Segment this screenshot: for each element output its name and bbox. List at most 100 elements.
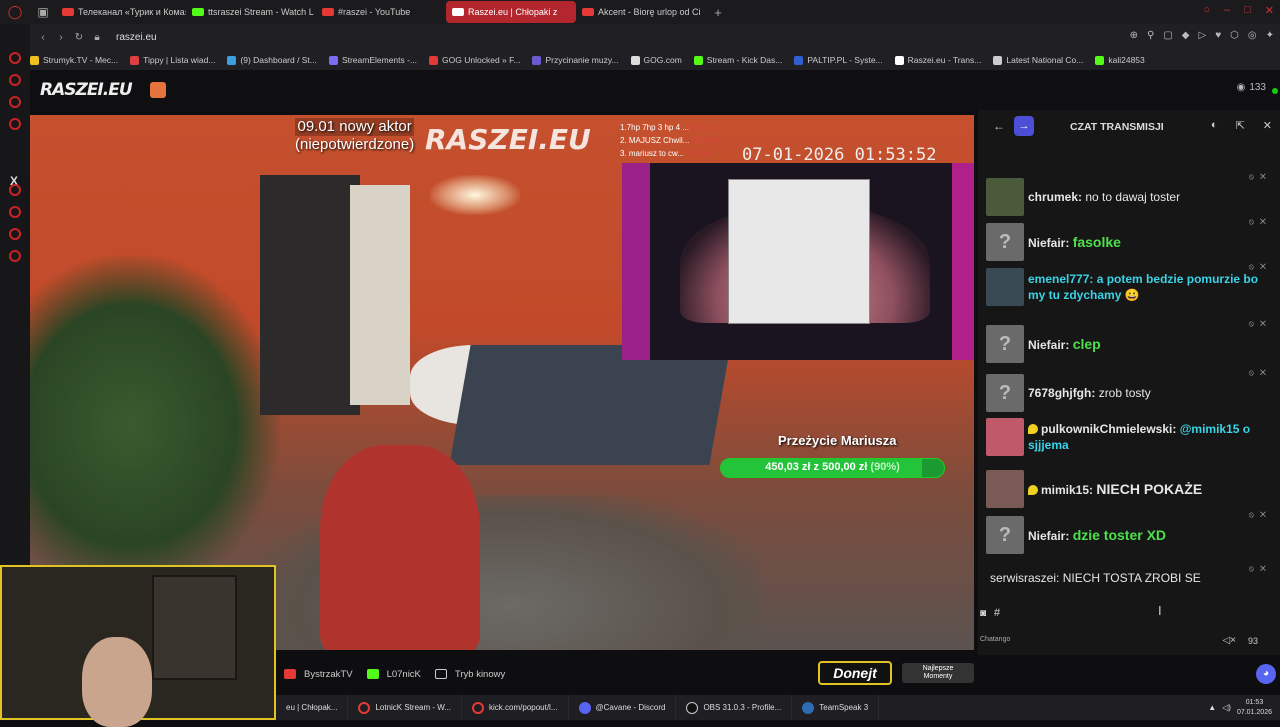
- music-icon[interactable]: [9, 184, 21, 196]
- avatar-placeholder-icon: ?: [986, 223, 1024, 261]
- chatango-label[interactable]: Chatango: [980, 636, 1010, 643]
- moderation-icons[interactable]: ⦸✕: [1249, 262, 1272, 272]
- bookmark[interactable]: StreamElements -...: [328, 55, 417, 65]
- moderation-icons[interactable]: ⦸✕: [1249, 564, 1272, 574]
- close-icon[interactable]: ✕: [1263, 119, 1272, 132]
- url-field[interactable]: raszei.eu: [116, 32, 157, 43]
- cinema-mode-button[interactable]: Tryb kinowy: [434, 669, 505, 680]
- taskbar-item[interactable]: @Cavane - Discord: [569, 695, 677, 720]
- taskbar-item[interactable]: TeamSpeak 3: [792, 695, 880, 720]
- patronite-icon[interactable]: [150, 82, 166, 98]
- ai-icon[interactable]: ✦: [1266, 30, 1274, 41]
- bookmark[interactable]: GOG.com: [630, 55, 682, 65]
- chat-message[interactable]: ? Niefair: fasolke ⦸✕: [986, 217, 1272, 261]
- chat-message[interactable]: serwisraszei: NIECH TOSTA ZROBI SE ⦸✕: [986, 564, 1272, 586]
- bookmark[interactable]: Strumyk.TV - Mec...: [30, 55, 118, 65]
- channel-link[interactable]: L07nicK: [366, 669, 421, 680]
- settings-icon[interactable]: [9, 250, 21, 262]
- taskbar-item[interactable]: kick.com/popout/l...: [462, 695, 569, 720]
- minimize-icon[interactable]: –: [1224, 4, 1230, 17]
- pin-icon[interactable]: ⚲: [1147, 30, 1154, 41]
- discord-icon[interactable]: ◐: [1211, 119, 1218, 132]
- site-logo[interactable]: RASZEI.EU: [40, 80, 133, 100]
- back-icon[interactable]: ‹: [34, 32, 52, 43]
- messenger-icon[interactable]: [9, 52, 21, 64]
- snapshot-icon[interactable]: ▢: [1163, 30, 1172, 41]
- history-icon[interactable]: [9, 206, 21, 218]
- bookmark[interactable]: PALTIP.PL - Syste...: [794, 55, 883, 65]
- chat-message[interactable]: ? Niefair: dzie toster XD ⦸✕: [986, 510, 1272, 554]
- donor-1: 1.7hp 7hp 3 hp 4 ...: [620, 123, 689, 132]
- bookmark[interactable]: (9) Dashboard / St...: [227, 55, 317, 65]
- bookmark[interactable]: GOG Unlocked » F...: [429, 55, 520, 65]
- shield-icon[interactable]: ◆: [1182, 30, 1190, 41]
- browser-tab[interactable]: Akcent - Biorę urlop od Ci: [576, 1, 706, 23]
- bookmark[interactable]: Raszei.eu - Trans...: [894, 55, 981, 65]
- instagram-icon[interactable]: [9, 118, 21, 130]
- maximize-icon[interactable]: □: [1244, 4, 1251, 17]
- bookmarks-icon[interactable]: [9, 228, 21, 240]
- message-text: zrob tosty: [1098, 386, 1151, 400]
- bookmark[interactable]: kali24853: [1095, 55, 1145, 65]
- best-moments-button[interactable]: Najlepsze Momenty: [902, 663, 974, 683]
- mute-icon[interactable]: ◁×: [1222, 635, 1236, 646]
- opera-icon[interactable]: ◯: [0, 4, 30, 20]
- arrow-right-icon[interactable]: →: [1014, 116, 1034, 136]
- moderation-icons[interactable]: ⦸✕: [1249, 368, 1272, 378]
- browser-tab[interactable]: ttsraszei Stream - Watch L: [186, 1, 316, 23]
- site-header: RASZEI.EU ◉ 133: [30, 70, 1280, 110]
- reload-icon[interactable]: ↻: [70, 32, 88, 43]
- search-tabs-icon[interactable]: ○: [1203, 4, 1210, 17]
- zoom-icon[interactable]: ⊕: [1130, 30, 1138, 41]
- bookmark[interactable]: Tippy | Lista wiad...: [130, 55, 215, 65]
- extensions-icon[interactable]: ⬡: [1230, 30, 1239, 41]
- moderation-icons[interactable]: ⦸✕: [1249, 510, 1272, 520]
- message-text: clep: [1072, 335, 1101, 352]
- chat-message[interactable]: pulkownikChmielewski: @mimik15 o sjjjema: [986, 418, 1272, 456]
- message-text: dzie toster XD: [1072, 526, 1167, 543]
- bookmark[interactable]: Przycinanie muzy...: [532, 55, 619, 65]
- moderation-icons[interactable]: ⦸✕: [1249, 172, 1272, 182]
- donor-3-value: 3.00 zł: [686, 149, 710, 158]
- bookmark[interactable]: Stream - Kick Das...: [693, 55, 782, 65]
- tab-overview-icon[interactable]: ▣: [30, 5, 56, 19]
- close-icon[interactable]: ✕: [1265, 4, 1274, 17]
- channel-link[interactable]: BystrzakTV: [284, 669, 353, 680]
- account-icon[interactable]: ◎: [1248, 30, 1257, 41]
- chat-message[interactable]: ? Niefair: clep ⦸✕: [986, 319, 1272, 363]
- clock[interactable]: 01:53 07.01.2026: [1237, 698, 1272, 718]
- discord-icon[interactable]: ◕: [1256, 664, 1276, 684]
- network-icon[interactable]: ▲: [1208, 703, 1216, 712]
- message-text: NIECH POKAŻE: [1096, 480, 1203, 497]
- browser-tab-active[interactable]: Raszei.eu | Chłopaki z: [446, 1, 576, 23]
- camera-icon[interactable]: ◙: [980, 608, 986, 619]
- telegram-icon[interactable]: [9, 74, 21, 86]
- new-tab-button[interactable]: +: [706, 5, 730, 20]
- chat-message[interactable]: mimik15: NIECH POKAŻE: [986, 470, 1272, 508]
- heart-icon[interactable]: ♥: [1215, 30, 1221, 41]
- arrow-left-icon[interactable]: ←: [993, 119, 1005, 133]
- whatsapp-icon[interactable]: [9, 96, 21, 108]
- tab-label: #raszei - YouTube: [338, 7, 411, 17]
- volume-icon[interactable]: ◁): [1222, 703, 1231, 712]
- message-text: fasolke: [1072, 233, 1121, 250]
- play-icon[interactable]: ▷: [1199, 30, 1207, 41]
- taskbar-item[interactable]: eu | Chłopak...: [276, 695, 349, 720]
- popout-icon[interactable]: ⇱: [1236, 119, 1245, 132]
- donate-button[interactable]: Donejt: [818, 661, 892, 685]
- taskbar-item[interactable]: LotnicK Stream - W...: [348, 695, 463, 720]
- moderation-icons[interactable]: ⦸✕: [1249, 217, 1272, 227]
- moderation-icons[interactable]: ⦸✕: [1249, 319, 1272, 329]
- lock-icon[interactable]: 🔒︎: [88, 32, 106, 43]
- hashtag-button[interactable]: #: [994, 607, 1000, 619]
- chat-message[interactable]: emenel777: a potem bedzie pomurzie bo my…: [986, 262, 1272, 306]
- chat-message[interactable]: ? 7678ghjfgh: zrob tosty ⦸✕: [986, 368, 1272, 412]
- browser-tab[interactable]: Телеканал «Турик и Кома»: [56, 1, 186, 23]
- taskbar-item[interactable]: OBS 31.0.3 - Profile...: [676, 695, 793, 720]
- forward-icon[interactable]: ›: [52, 32, 70, 43]
- chat-message[interactable]: chrumek: no to dawaj toster ⦸✕: [986, 172, 1272, 216]
- browser-tab[interactable]: #raszei - YouTube: [316, 1, 446, 23]
- bookmark[interactable]: Latest National Co...: [993, 55, 1083, 65]
- chat-input[interactable]: ◙ # I: [978, 596, 1280, 630]
- bookmark-icon: [894, 55, 904, 65]
